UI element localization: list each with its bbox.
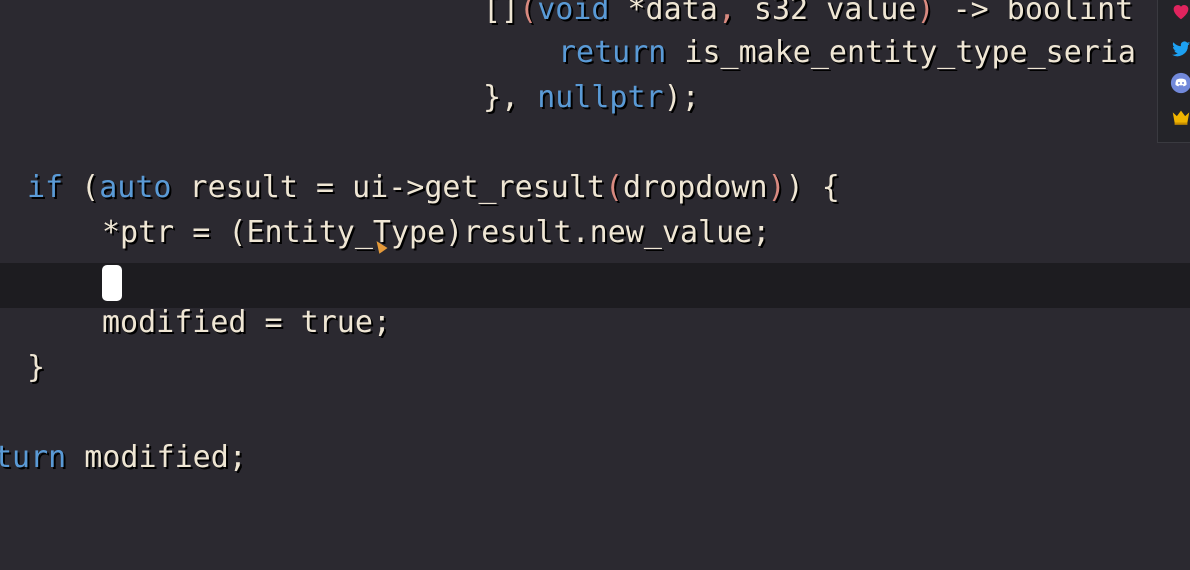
text-cursor: [102, 265, 122, 301]
code-line[interactable]: }, nullptr);: [483, 75, 700, 120]
code-token: dropdown: [623, 170, 768, 205]
code-token: nullptr: [537, 80, 664, 115]
code-token: modified;: [66, 440, 247, 475]
code-token: result = ui->get_result: [171, 170, 605, 205]
code-line[interactable]: return is_make_entity_type_seria: [558, 30, 1136, 75]
code-line[interactable]: *ptr = (Entity_Type)result.new_value;: [102, 210, 770, 255]
code-token: ,: [717, 0, 736, 27]
code-line[interactable]: if (auto result = ui->get_result(dropdow…: [27, 165, 840, 210]
twitter-icon[interactable]: [1170, 38, 1190, 60]
code-token: []: [483, 0, 520, 27]
code-token: auto: [99, 170, 172, 205]
code-line[interactable]: modified = true;: [102, 300, 391, 345]
code-token: ) {: [785, 170, 840, 205]
code-token: void: [537, 0, 610, 27]
code-token: ): [916, 0, 935, 27]
code-token: if: [27, 170, 64, 205]
code-token: turn: [0, 440, 67, 475]
code-token: return: [558, 35, 667, 70]
code-token: (: [519, 0, 538, 27]
code-line[interactable]: turn modified;: [0, 435, 247, 480]
code-token: s32 value: [735, 0, 917, 27]
code-line[interactable]: [](void *data, s32 value) -> boolint: [483, 0, 1133, 32]
code-token: },: [483, 80, 538, 115]
code-token: }: [27, 350, 46, 385]
code-line[interactable]: }: [27, 345, 45, 390]
code-token: modified = true;: [102, 305, 391, 340]
code-token: is_make_entity_type_seria: [666, 35, 1136, 70]
code-token: -> boolint: [934, 0, 1134, 27]
discord-icon[interactable]: [1170, 72, 1190, 94]
code-editor[interactable]: [](void *data, s32 value) -> boolint ret…: [0, 0, 1190, 570]
code-token: (: [63, 170, 100, 205]
crown-icon[interactable]: [1170, 106, 1190, 128]
heart-icon[interactable]: [1170, 0, 1190, 22]
code-token: ): [767, 170, 786, 205]
code-token: );: [663, 80, 700, 115]
code-token: *ptr = (Entity_Type)result.new_value;: [102, 215, 771, 250]
code-token: *data: [609, 0, 718, 27]
code-token: (: [604, 170, 624, 205]
social-links-bar: [1157, 0, 1190, 143]
